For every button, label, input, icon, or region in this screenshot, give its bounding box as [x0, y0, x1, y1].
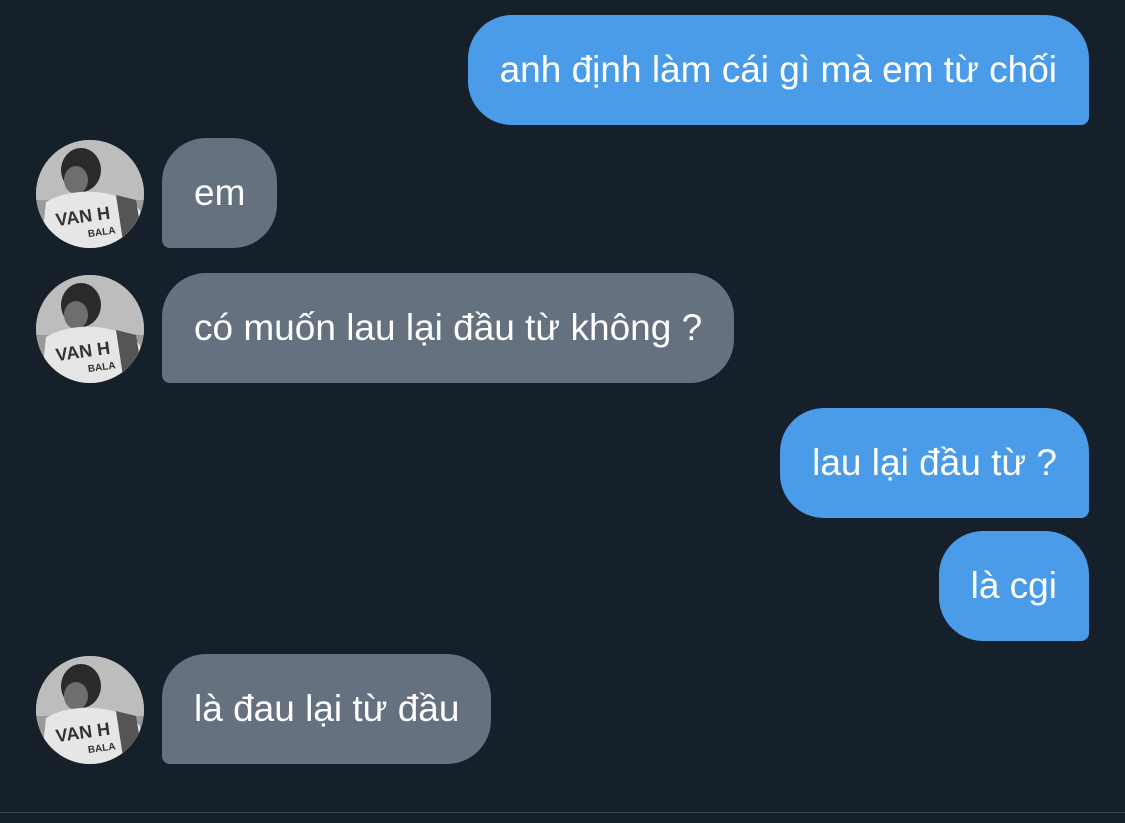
- contact-avatar[interactable]: VAN H BALA: [36, 140, 144, 248]
- message-text: có muốn lau lại đầu từ không ?: [194, 307, 703, 348]
- incoming-message-bubble[interactable]: em: [162, 138, 278, 248]
- avatar-photo-icon: VAN H BALA: [36, 275, 144, 383]
- contact-avatar[interactable]: VAN H BALA: [36, 656, 144, 764]
- outgoing-message-bubble[interactable]: anh định làm cái gì mà em từ chối: [467, 15, 1089, 125]
- message-text: em: [194, 172, 246, 213]
- outgoing-message-bubble[interactable]: lau lại đầu từ ?: [780, 408, 1089, 518]
- incoming-message-bubble[interactable]: có muốn lau lại đầu từ không ?: [162, 273, 735, 383]
- contact-avatar[interactable]: VAN H BALA: [36, 275, 144, 383]
- bottom-divider: [0, 812, 1125, 813]
- outgoing-message-bubble[interactable]: là cgi: [938, 531, 1089, 641]
- message-text: anh định làm cái gì mà em từ chối: [499, 49, 1057, 90]
- avatar-photo-icon: VAN H BALA: [36, 140, 144, 248]
- message-text: là cgi: [970, 565, 1057, 606]
- incoming-message-bubble[interactable]: là đau lại từ đầu: [162, 654, 492, 764]
- avatar-photo-icon: VAN H BALA: [36, 656, 144, 764]
- message-text: lau lại đầu từ ?: [812, 442, 1057, 483]
- message-thread: anh định làm cái gì mà em từ chối VAN H …: [0, 0, 1125, 823]
- message-text: là đau lại từ đầu: [194, 688, 460, 729]
